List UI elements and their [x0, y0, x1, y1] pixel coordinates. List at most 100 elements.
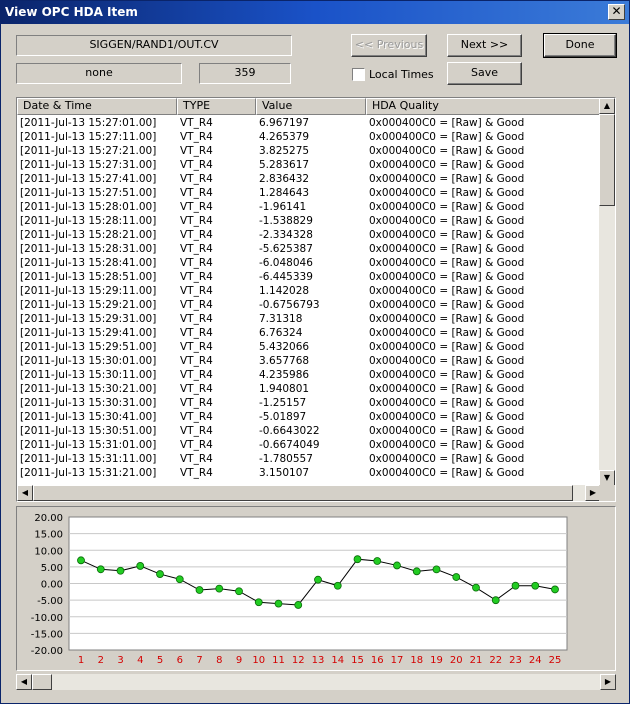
quality-cell: 0x000400C0 = [Raw] & Good: [369, 453, 525, 465]
chart-scroll-right-icon[interactable]: ▶: [600, 674, 616, 690]
table-row[interactable]: [2011-Jul-13 15:27:51.00] VT_R4 1.284643 0x…: [17, 186, 601, 200]
date-time-cell: [2011-Jul-13 15:28:31.00]: [20, 243, 157, 255]
table-row[interactable]: [2011-Jul-13 15:29:31.00] VT_R4 7.31318 0x0…: [17, 312, 601, 326]
local-times-checkbox[interactable]: [352, 68, 365, 81]
next-button[interactable]: Next >>: [447, 34, 522, 57]
value-cell: -6.445339: [259, 271, 313, 283]
type-cell: VT_R4: [180, 439, 213, 451]
column-header-type[interactable]: TYPE: [177, 98, 256, 115]
value-cell: 1.142028: [259, 285, 310, 297]
table-row[interactable]: [2011-Jul-13 15:28:11.00] VT_R4 -1.538829 0…: [17, 214, 601, 228]
date-time-cell: [2011-Jul-13 15:27:01.00]: [20, 117, 157, 129]
table-row[interactable]: [2011-Jul-13 15:29:11.00] VT_R4 1.142028 0x…: [17, 284, 601, 298]
type-cell: VT_R4: [180, 313, 213, 325]
table-row[interactable]: [2011-Jul-13 15:28:21.00] VT_R4 -2.334328 0…: [17, 228, 601, 242]
quality-cell: 0x000400C0 = [Raw] & Good: [369, 425, 525, 437]
quality-cell: 0x000400C0 = [Raw] & Good: [369, 285, 525, 297]
quality-cell: 0x000400C0 = [Raw] & Good: [369, 439, 525, 451]
chart-scroll-left-icon[interactable]: ◀: [16, 674, 32, 690]
table-vertical-scrollbar[interactable]: ▲ ▼: [599, 98, 615, 486]
hda-values-table[interactable]: Date & Time TYPE Value HDA Quality [2011…: [16, 97, 616, 502]
x-tick-label: 17: [391, 655, 404, 666]
value-cell: 3.657768: [259, 355, 310, 367]
table-row[interactable]: [2011-Jul-13 15:27:31.00] VT_R4 5.283617 0x…: [17, 158, 601, 172]
table-horizontal-scrollbar[interactable]: ◀ ▶: [17, 485, 601, 501]
table-row[interactable]: [2011-Jul-13 15:29:51.00] VT_R4 5.432066 0x…: [17, 340, 601, 354]
save-button[interactable]: Save: [447, 62, 522, 85]
vertical-scroll-thumb[interactable]: [599, 114, 615, 206]
type-cell: VT_R4: [180, 285, 213, 297]
scroll-left-icon[interactable]: ◀: [17, 485, 33, 501]
date-time-cell: [2011-Jul-13 15:28:11.00]: [20, 215, 157, 227]
table-row[interactable]: [2011-Jul-13 15:31:11.00] VT_R4 -1.780557 0…: [17, 452, 601, 466]
type-cell: VT_R4: [180, 327, 213, 339]
chart-scroll-thumb[interactable]: [32, 674, 52, 690]
table-row[interactable]: [2011-Jul-13 15:28:31.00] VT_R4 -5.625387 0…: [17, 242, 601, 256]
date-time-cell: [2011-Jul-13 15:30:01.00]: [20, 355, 157, 367]
data-point: [116, 566, 125, 575]
column-header-value[interactable]: Value: [256, 98, 366, 115]
scrollbar-corner: [599, 485, 615, 501]
table-row[interactable]: [2011-Jul-13 15:30:51.00] VT_R4 -0.6643022…: [17, 424, 601, 438]
table-row[interactable]: [2011-Jul-13 15:31:01.00] VT_R4 -0.6674049…: [17, 438, 601, 452]
x-tick-label: 16: [371, 655, 384, 666]
close-icon[interactable]: ✕: [608, 4, 625, 20]
data-point: [353, 555, 362, 564]
data-point: [472, 583, 480, 592]
table-row[interactable]: [2011-Jul-13 15:30:01.00] VT_R4 3.657768 0x…: [17, 354, 601, 368]
x-tick-label: 1: [78, 655, 84, 666]
type-cell: VT_R4: [180, 411, 213, 423]
table-row[interactable]: [2011-Jul-13 15:27:11.00] VT_R4 4.265379 0x…: [17, 130, 601, 144]
date-time-cell: [2011-Jul-13 15:28:01.00]: [20, 201, 157, 213]
scroll-down-icon[interactable]: ▼: [599, 470, 615, 486]
view-opc-hda-item-window: View OPC HDA Item ✕ SIGGEN/RAND1/OUT.CV …: [0, 0, 630, 704]
quality-cell: 0x000400C0 = [Raw] & Good: [369, 145, 525, 157]
y-tick-label: 20.00: [34, 513, 63, 524]
table-row[interactable]: [2011-Jul-13 15:30:21.00] VT_R4 1.940801 0x…: [17, 382, 601, 396]
trend-chart-panel: 20.00 15.00 10.00 5.00 0.00 -5.00 -10.00 -15.00…: [16, 506, 616, 671]
table-row[interactable]: [2011-Jul-13 15:27:21.00] VT_R4 3.825275 0x…: [17, 144, 601, 158]
type-cell: VT_R4: [180, 187, 213, 199]
table-body: [2011-Jul-13 15:27:01.00] VT_R4 6.967197 0x…: [17, 116, 601, 485]
horizontal-scroll-thumb[interactable]: [33, 485, 573, 501]
date-time-cell: [2011-Jul-13 15:27:11.00]: [20, 131, 157, 143]
done-button[interactable]: Done: [543, 33, 617, 58]
quality-cell: 0x000400C0 = [Raw] & Good: [369, 201, 525, 213]
type-cell: VT_R4: [180, 159, 213, 171]
x-tick-label: 14: [331, 655, 344, 666]
table-row[interactable]: [2011-Jul-13 15:27:01.00] VT_R4 6.967197 0x…: [17, 116, 601, 130]
data-point: [96, 565, 105, 574]
table-row[interactable]: [2011-Jul-13 15:30:31.00] VT_R4 -1.25157 0x…: [17, 396, 601, 410]
type-cell: VT_R4: [180, 117, 213, 129]
data-point: [156, 570, 164, 578]
chart-horizontal-scrollbar[interactable]: ◀ ▶: [16, 674, 616, 690]
table-row[interactable]: [2011-Jul-13 15:29:41.00] VT_R4 6.76324 0x0…: [17, 326, 601, 340]
quality-cell: 0x000400C0 = [Raw] & Good: [369, 159, 525, 171]
table-row[interactable]: [2011-Jul-13 15:28:51.00] VT_R4 -6.445339 0…: [17, 270, 601, 284]
date-time-cell: [2011-Jul-13 15:29:41.00]: [20, 327, 157, 339]
date-time-cell: [2011-Jul-13 15:30:31.00]: [20, 397, 157, 409]
x-tick-label: 13: [312, 655, 325, 666]
type-cell: VT_R4: [180, 355, 213, 367]
table-row[interactable]: [2011-Jul-13 15:30:41.00] VT_R4 -5.01897 0x…: [17, 410, 601, 424]
column-header-hda-quality[interactable]: HDA Quality: [366, 98, 601, 115]
x-tick-label: 19: [430, 655, 443, 666]
value-cell: 6.76324: [259, 327, 303, 339]
type-cell: VT_R4: [180, 453, 213, 465]
table-row[interactable]: [2011-Jul-13 15:28:41.00] VT_R4 -6.048046 0…: [17, 256, 601, 270]
table-row[interactable]: [2011-Jul-13 15:28:01.00] VT_R4 -1.96141 0x…: [17, 200, 601, 214]
table-row[interactable]: [2011-Jul-13 15:31:21.00] VT_R4 3.150107 0x…: [17, 466, 601, 480]
scroll-up-icon[interactable]: ▲: [599, 98, 615, 114]
table-row[interactable]: [2011-Jul-13 15:29:21.00] VT_R4 -0.6756793…: [17, 298, 601, 312]
column-header-date-time[interactable]: Date & Time: [17, 98, 177, 115]
table-row[interactable]: [2011-Jul-13 15:30:11.00] VT_R4 4.235986 0x…: [17, 368, 601, 382]
title-bar: View OPC HDA Item ✕: [1, 1, 629, 24]
x-tick-label: 25: [549, 655, 562, 666]
value-cell: 4.235986: [259, 369, 310, 381]
previous-button[interactable]: << Previous: [351, 34, 427, 57]
quality-cell: 0x000400C0 = [Raw] & Good: [369, 327, 525, 339]
data-point: [551, 585, 559, 594]
type-cell: VT_R4: [180, 229, 213, 241]
data-point: [314, 575, 322, 584]
table-row[interactable]: [2011-Jul-13 15:27:41.00] VT_R4 2.836432 0x…: [17, 172, 601, 186]
